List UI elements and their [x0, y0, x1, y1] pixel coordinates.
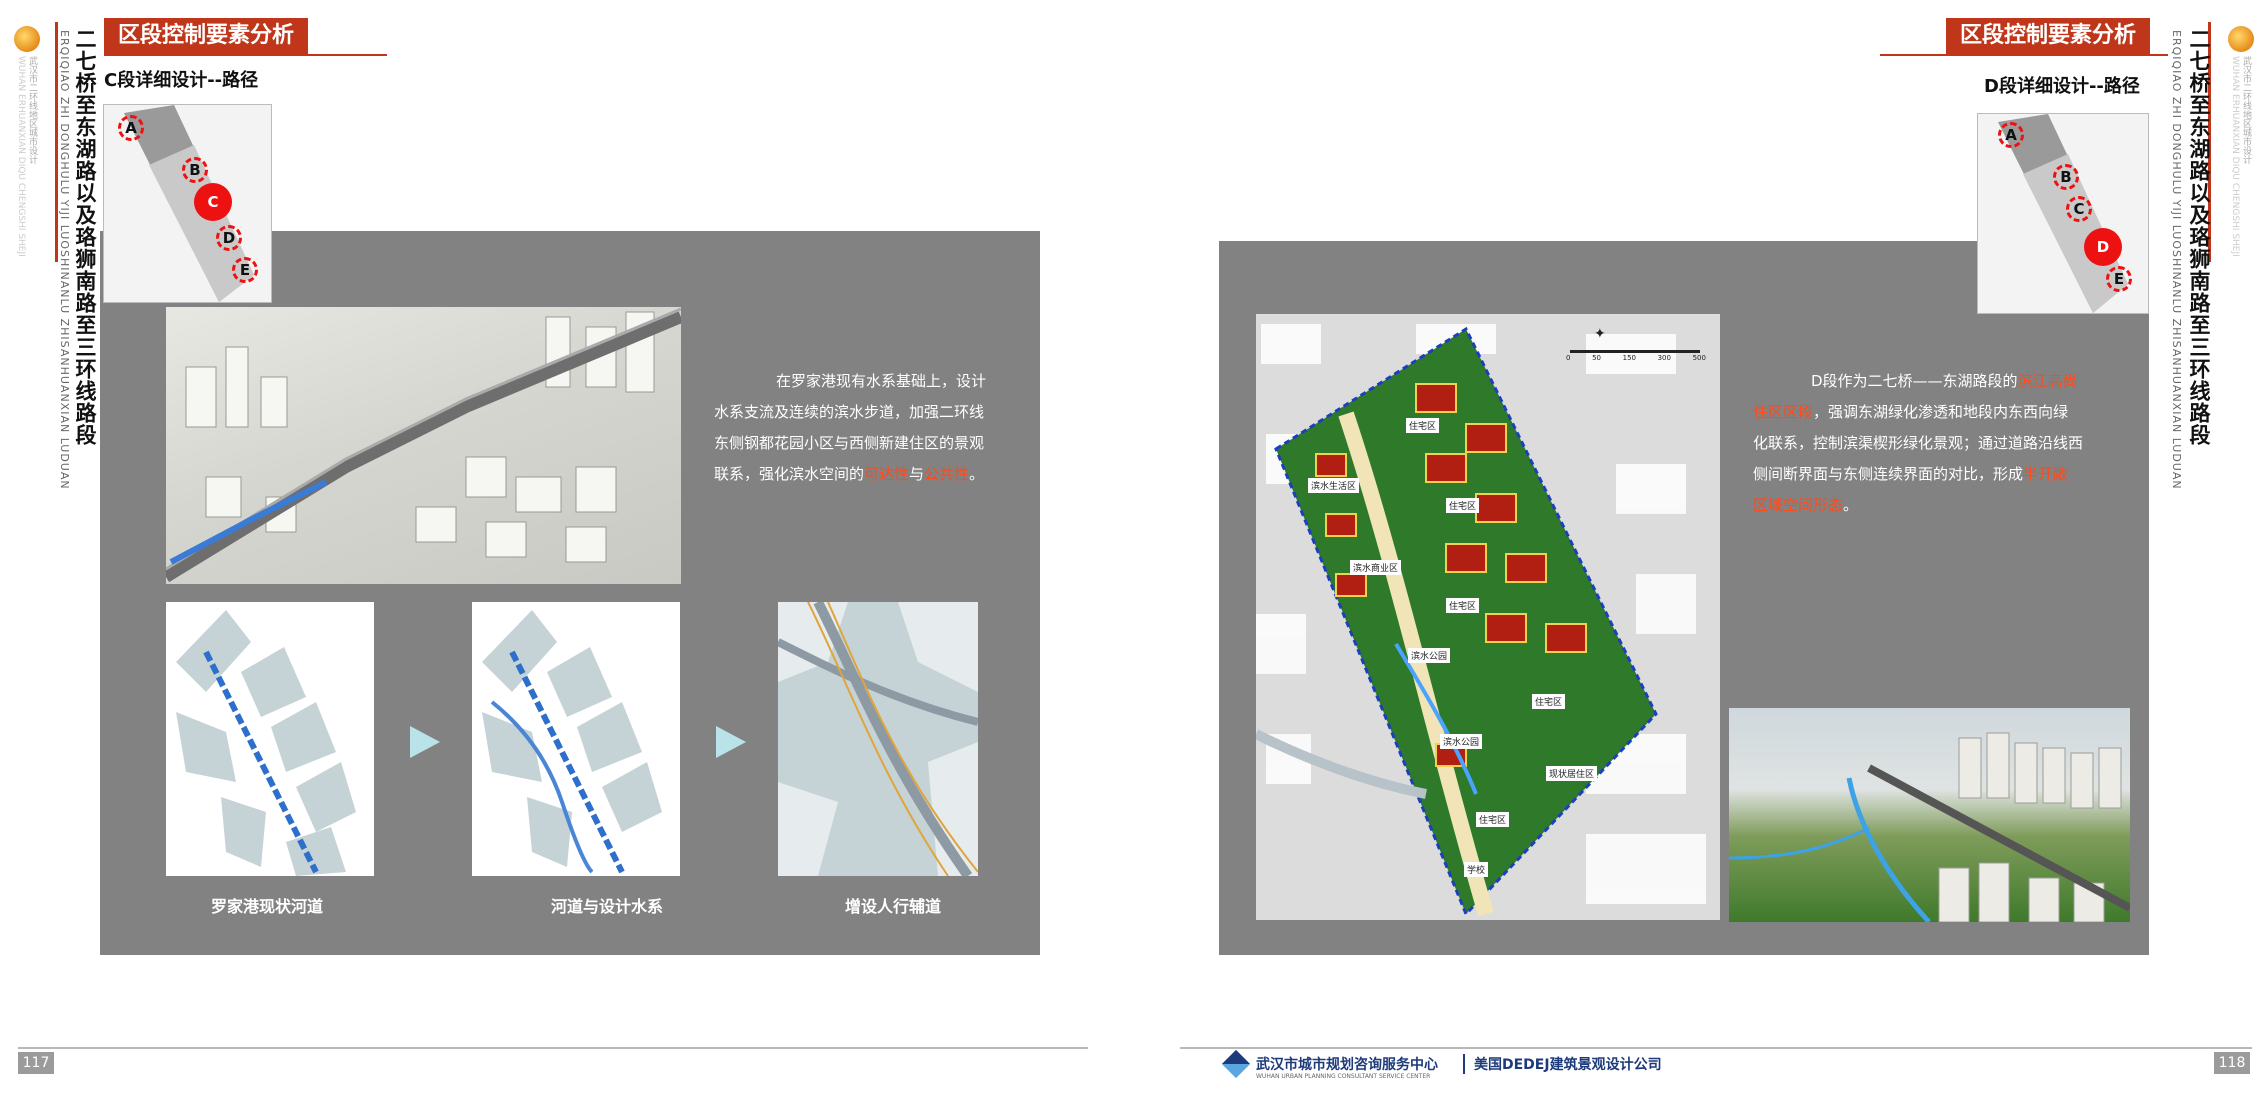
page-number-left: 117 [18, 1052, 54, 1074]
keymap-marker-a-right: A [1998, 122, 2024, 148]
side-org-en-left: WUHAN ERHUANXIAN DIQU CHENGSHI SHEJI [16, 56, 26, 257]
side-org-right: 武汉市二环线地区城市设计 [2241, 56, 2251, 164]
keymap-marker-c-active: C [194, 183, 232, 221]
diagram-pedestrian-path-drawing [776, 599, 979, 879]
keymap-marker-b: B [182, 157, 208, 183]
keymap-marker-a: A [118, 115, 144, 141]
keymap-marker-e: E [232, 257, 258, 283]
side-title-left: 二七桥至东湖路以及珞狮南路至三环线路段 [73, 28, 97, 446]
footer-org-2: 美国DEDEJ建筑景观设计公司 [1474, 1057, 1662, 1073]
master-plan-drawing [1256, 324, 1706, 917]
footer-line-left [18, 1047, 1088, 1049]
diagram-existing-river [166, 602, 374, 876]
paragraph-joiner: 与 [909, 465, 925, 483]
scale-bar [1570, 350, 1700, 353]
header-line-left [104, 54, 387, 56]
plan-label-residential-2: 住宅区 [1446, 498, 1480, 513]
paragraph-start: D段作为二七桥——东湖路段的 [1811, 372, 2018, 390]
north-arrow-icon: ✦ [1594, 326, 1606, 342]
body-paragraph-right: D段作为二七桥——东湖路段的滨江高尚住区区段，强调东湖绿化渗透和地段内东西向绿化… [1753, 366, 2083, 521]
plan-label-waterfront-park-1: 滨水公园 [1408, 648, 1451, 663]
logo-icon [14, 26, 40, 52]
keymap-marker-b-right: B [2053, 164, 2079, 190]
perspective-render-image [1729, 708, 2130, 922]
scale-label-1: 50 [1592, 354, 1601, 362]
plan-label-residential-1: 住宅区 [1406, 418, 1440, 433]
keymap-marker-d: D [216, 225, 242, 251]
caption-pedestrian-path: 增设人行辅道 [844, 897, 941, 916]
side-title-right: 二七桥至东湖路以及珞狮南路至三环线路段 [2187, 28, 2211, 446]
paragraph-end: 。 [969, 465, 985, 483]
plan-label-waterfront-park-2: 滨水公园 [1440, 734, 1483, 749]
scale-label-4: 500 [1692, 354, 1706, 362]
org-logo-icon [1221, 1049, 1251, 1079]
footer-org-1-en: WUHAN URBAN PLANNING CONSULTANT SERVICE … [1256, 1073, 1431, 1080]
highlight-accessibility: 可达性 [864, 465, 910, 483]
aerial-render-drawing [166, 307, 681, 583]
keymap-marker-c-right: C [2066, 196, 2092, 222]
footer-org-1: 武汉市城市规划咨询服务中心 [1256, 1057, 1438, 1073]
caption-river-and-waterway: 河道与设计水系 [550, 897, 663, 916]
master-plan-image: 住宅区 滨水生活区 住宅区 滨水商业区 住宅区 滨水公园 住宅区 滨水公园 现状… [1256, 314, 1720, 920]
plan-label-school: 学校 [1464, 862, 1489, 877]
diagram-pedestrian-path [776, 599, 979, 879]
diagram-river-and-waterway [472, 602, 680, 876]
header-badge-right: 区段控制要素分析 [1946, 18, 2151, 54]
arrow-right-icon [410, 726, 440, 758]
keymap-right: A B C D E [1977, 113, 2149, 314]
caption-existing-river: 罗家港现状河道 [210, 897, 323, 916]
plan-label-waterfront-commercial: 滨水商业区 [1350, 560, 1402, 575]
diagram-river-and-waterway-drawing [482, 610, 662, 874]
header-line-right [1880, 54, 2168, 56]
logo-icon-right [2228, 26, 2254, 52]
body-paragraph-left: 在罗家港现有水系基础上，设计水系支流及连续的滨水步道，加强二环线东侧钢都花园小区… [714, 366, 996, 490]
page-number-right: 118 [2214, 1052, 2250, 1074]
paragraph-end-right: 。 [1843, 496, 1859, 514]
header-badge-left: 区段控制要素分析 [104, 18, 309, 54]
side-org-left: 武汉市二环线地区城市设计 [27, 56, 37, 164]
plan-label-residential-3: 住宅区 [1446, 598, 1480, 613]
footer-line-right [1180, 1047, 2252, 1049]
side-org-en-right: WUHAN ERHUANXIAN DIQU CHENGSHI SHEJI [2230, 56, 2240, 257]
scale-labels: 0 50 150 300 500 [1566, 354, 1706, 362]
plan-label-existing-residential: 现状居住区 [1546, 766, 1598, 781]
keymap-marker-e-right: E [2106, 266, 2132, 292]
arrow-right-icon-2 [716, 726, 746, 758]
scale-label-2: 150 [1622, 354, 1636, 362]
scale-label-3: 300 [1657, 354, 1671, 362]
aerial-render-image [166, 307, 681, 584]
keymap-marker-d-active: D [2084, 228, 2122, 266]
section-title-right: D段详细设计--路径 [1984, 76, 2140, 97]
plan-label-waterfront-living: 滨水生活区 [1308, 478, 1360, 493]
plan-label-residential-4: 住宅区 [1532, 694, 1566, 709]
side-pinyin-left: ERQIQIAO ZHI DONGHULU YIJI LUOSHINANLU Z… [58, 30, 71, 490]
keymap-left: A B C D E [103, 104, 272, 303]
section-title-left: C段详细设计--路径 [104, 70, 259, 91]
side-pinyin-right: ERQIQIAO ZHI DONGHULU YIJI LUOSHINANLU Z… [2170, 30, 2183, 490]
highlight-publicness: 公共性 [924, 465, 970, 483]
footer-divider [1463, 1054, 1465, 1074]
diagram-existing-river-drawing [176, 610, 356, 876]
scale-label-0: 0 [1566, 354, 1571, 362]
perspective-render-drawing [1729, 732, 2130, 922]
plan-label-residential-5: 住宅区 [1476, 812, 1510, 827]
